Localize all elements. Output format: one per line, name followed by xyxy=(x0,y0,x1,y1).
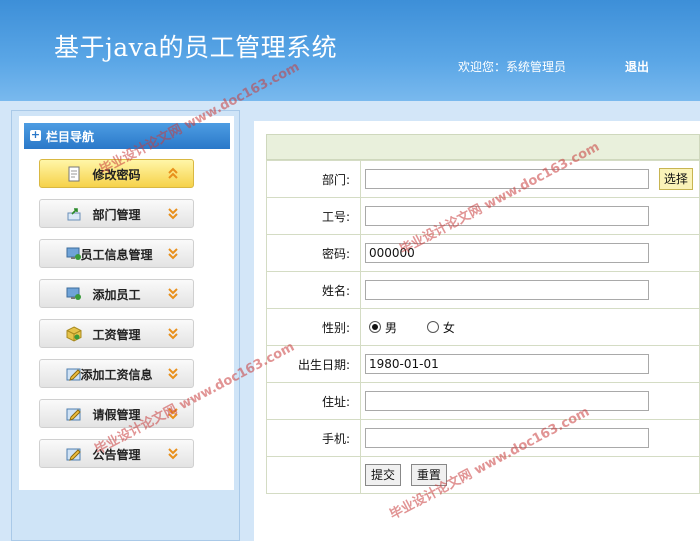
sidebar-item-announcement[interactable]: 公告管理 xyxy=(39,439,194,468)
sidebar-item-add-salary[interactable]: 添加工资信息 xyxy=(39,359,194,388)
name-label: 姓名: xyxy=(266,271,361,309)
submit-button[interactable]: 提交 xyxy=(365,464,402,486)
app-title: 基于java的员工管理系统 xyxy=(54,33,338,62)
chevron-down-icon xyxy=(168,368,178,380)
chevron-down-icon xyxy=(168,408,178,420)
form-cell: 提交 重置 xyxy=(360,456,700,494)
gender-female-radio[interactable] xyxy=(426,321,439,333)
select-department-button[interactable]: 选择 xyxy=(658,168,693,190)
birth-date-input[interactable] xyxy=(365,354,649,374)
form-cell xyxy=(360,197,700,235)
employee-form: 部门: 选择 工号: 密码: 姓名: 性别: 男 女 出生日期: xyxy=(266,160,700,494)
chevron-down-icon xyxy=(168,208,178,220)
gender-male-radio[interactable] xyxy=(369,321,381,333)
form-row: 性别: 男 女 xyxy=(266,308,700,346)
form-row: 手机: xyxy=(266,419,700,457)
form-cell: 男 女 xyxy=(360,308,700,346)
sidebar-item-employee-info[interactable]: 员工信息管理 xyxy=(39,239,194,268)
name-input[interactable] xyxy=(365,280,649,300)
phone-label: 手机: xyxy=(266,419,361,457)
form-row: 密码: xyxy=(266,234,700,272)
form-row: 住址: xyxy=(266,382,700,420)
chevron-down-icon xyxy=(168,248,178,260)
form-cell xyxy=(360,419,700,457)
chevron-down-icon xyxy=(168,328,178,340)
empty-cell xyxy=(266,456,361,494)
form-header-bar xyxy=(266,134,700,160)
form-cell xyxy=(360,271,700,309)
sidebar-item-salary[interactable]: 工资管理 xyxy=(39,319,194,348)
employee-no-label: 工号: xyxy=(266,197,361,235)
form-row: 提交 重置 xyxy=(266,456,700,494)
gender-label: 性别: xyxy=(266,308,361,346)
sidebar-title: 栏目导航 xyxy=(46,129,95,144)
birth-date-label: 出生日期: xyxy=(266,345,361,383)
department-input[interactable] xyxy=(365,168,649,189)
form-row: 部门: 选择 xyxy=(266,160,700,198)
sidebar-item-leave[interactable]: 请假管理 xyxy=(39,399,194,428)
sidebar-item-department[interactable]: 部门管理 xyxy=(39,199,194,228)
phone-input[interactable] xyxy=(365,428,649,448)
form-row: 工号: xyxy=(266,197,700,235)
reset-button[interactable]: 重置 xyxy=(410,464,447,486)
password-input[interactable] xyxy=(365,243,649,263)
form-cell xyxy=(360,345,700,383)
chevron-up-icon xyxy=(168,167,178,179)
form-cell xyxy=(360,382,700,420)
form-row: 出生日期: xyxy=(266,345,700,383)
password-label: 密码: xyxy=(266,234,361,272)
gender-female-label: 女 xyxy=(442,320,455,335)
employee-no-input[interactable] xyxy=(365,206,649,226)
address-input[interactable] xyxy=(365,391,649,411)
gender-male-label: 男 xyxy=(385,320,398,335)
sidebar-header: + 栏目导航 xyxy=(24,123,230,149)
header-bar: 基于java的员工管理系统 欢迎您：系统管理员 退出 xyxy=(0,0,700,101)
chevron-down-icon xyxy=(168,448,178,460)
plus-icon: + xyxy=(30,128,41,141)
address-label: 住址: xyxy=(266,382,361,420)
logout-link[interactable]: 退出 xyxy=(625,58,649,75)
sidebar-item-add-employee[interactable]: 添加员工 xyxy=(39,279,194,308)
welcome-text: 欢迎您：系统管理员 xyxy=(458,60,567,74)
chevron-down-icon xyxy=(168,288,178,300)
form-cell: 选择 xyxy=(360,160,700,198)
form-row: 姓名: xyxy=(266,271,700,309)
department-label: 部门: xyxy=(266,160,361,198)
form-cell xyxy=(360,234,700,272)
sidebar-item-change-password[interactable]: 修改密码 xyxy=(39,159,194,188)
